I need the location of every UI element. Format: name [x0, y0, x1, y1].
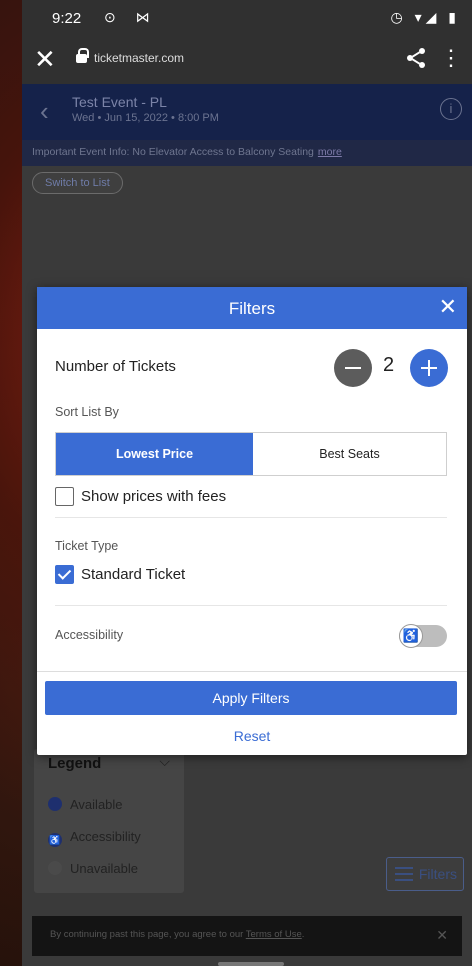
reset-link[interactable]: Reset [37, 728, 467, 744]
event-header: ‹ Test Event - PL Wed • Jun 15, 2022 • 8… [22, 84, 472, 140]
event-title: Test Event - PL [72, 94, 167, 110]
legend-label: Accessibility [70, 829, 141, 844]
sort-lowest-price-button[interactable]: Lowest Price [56, 433, 253, 475]
status-time: 9:22 [52, 10, 82, 27]
event-date: Wed • Jun 15, 2022 • 8:00 PM [72, 112, 219, 124]
legend-item: Available [48, 797, 123, 812]
increment-button[interactable] [410, 349, 448, 387]
status-notification-icons: ⊙ ⋈ [104, 9, 158, 25]
terms-link[interactable]: Terms of Use [246, 929, 302, 940]
accessibility-dot-icon: ♿ [48, 833, 62, 847]
home-indicator[interactable] [218, 962, 284, 966]
apply-filters-button[interactable]: Apply Filters [45, 681, 457, 715]
more-link[interactable]: more [318, 146, 342, 158]
legend-item: ♿ Accessibility [48, 829, 141, 847]
overflow-menu-icon[interactable]: ⋮ [440, 46, 462, 70]
status-bar: 9:22 ⊙ ⋈ ◷ ▾◢ ▮ [22, 0, 472, 36]
open-filters-button[interactable]: Filters [386, 857, 464, 891]
ticket-count: 2 [383, 354, 395, 376]
show-fees-label[interactable]: Show prices with fees [81, 488, 226, 505]
important-prefix: Important Event Info: [32, 146, 130, 158]
accessibility-label: Accessibility [55, 628, 124, 642]
standard-ticket-label[interactable]: Standard Ticket [81, 566, 185, 583]
sliders-icon [395, 867, 413, 881]
browser-toolbar: ✕ ticketmaster.com ⋮ [22, 36, 472, 84]
legend-label: Unavailable [70, 861, 138, 876]
share-icon[interactable] [404, 46, 428, 70]
filters-button-label: Filters [418, 866, 457, 882]
available-dot-icon [48, 797, 62, 811]
sort-segmented-control: Lowest Price Best Seats [55, 432, 447, 476]
chevron-down-icon[interactable]: ⌵ [159, 753, 170, 770]
legend-label: Available [70, 797, 123, 812]
cookie-banner: By continuing past this page, you agree … [32, 916, 462, 956]
important-text: No Elevator Access to Balcony Seating [129, 146, 314, 158]
cookie-text: By continuing past this page, you agree … [50, 929, 246, 940]
standard-ticket-checkbox[interactable] [55, 565, 74, 584]
accessibility-toggle[interactable]: ♿ [399, 624, 447, 648]
important-info-bar: Important Event Info: No Elevator Access… [22, 140, 472, 166]
close-icon[interactable]: ✕ [439, 295, 457, 319]
wheelchair-icon: ♿ [399, 624, 423, 648]
back-chevron-icon[interactable]: ‹ [40, 98, 49, 124]
close-tab-icon[interactable]: ✕ [34, 44, 56, 74]
status-system-icons: ◷ ▾◢ ▮ [390, 9, 460, 25]
unavailable-dot-icon [48, 861, 62, 875]
sort-best-seats-button[interactable]: Best Seats [253, 433, 446, 475]
switch-to-list-button[interactable]: Switch to List [32, 172, 123, 194]
modal-header: Filters ✕ [37, 287, 467, 329]
filters-modal: Filters ✕ Number of Tickets 2 Sort List … [37, 287, 467, 755]
url-text[interactable]: ticketmaster.com [94, 51, 184, 65]
show-fees-checkbox[interactable] [55, 487, 74, 506]
number-of-tickets-label: Number of Tickets [55, 358, 176, 375]
cookie-suffix: . [301, 929, 305, 940]
close-icon[interactable]: ✕ [436, 927, 448, 944]
sort-label: Sort List By [55, 405, 119, 419]
info-icon[interactable]: i [440, 98, 462, 120]
legend-title: Legend [48, 755, 102, 772]
legend-panel: Legend ⌵ Available ♿ Accessibility Unavai… [34, 749, 184, 893]
modal-title: Filters [228, 299, 276, 318]
lock-icon [76, 48, 89, 63]
divider [55, 517, 447, 518]
divider [37, 671, 467, 672]
divider [55, 605, 447, 606]
ticket-type-label: Ticket Type [55, 539, 119, 553]
decrement-button[interactable] [334, 349, 372, 387]
legend-item: Unavailable [48, 861, 138, 876]
